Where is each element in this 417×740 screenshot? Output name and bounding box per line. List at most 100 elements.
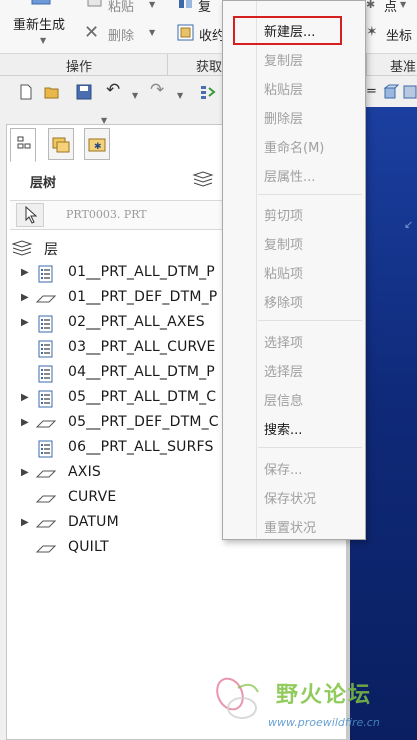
copy-geometry-button[interactable]: 复 (198, 0, 211, 15)
watermark-forum-name: 野火论坛 (276, 683, 373, 708)
menu-item-remove-item[interactable]: 移除项 (264, 292, 303, 311)
csys-icon: ✶ (366, 24, 378, 40)
regenerate-dropdown-icon[interactable]: ▼ (40, 36, 46, 45)
regenerate-icon (31, 0, 51, 5)
tab-model-tree[interactable] (10, 128, 36, 162)
layer-list-icon (38, 315, 53, 333)
paste-button[interactable]: 粘贴 (108, 0, 134, 15)
panel-title: 层树 (30, 176, 57, 191)
group-operations-label[interactable]: 操作 (66, 56, 92, 75)
group-get-data-label[interactable]: 获取 (196, 56, 222, 75)
tree-layer-item[interactable]: 05__PRT_ALL_DTM_C (68, 389, 216, 405)
menu-item-select-layers[interactable]: 选择层 (264, 361, 303, 380)
tree-expand-arrow-icon[interactable]: ▶ (21, 417, 31, 428)
tree-expand-arrow-icon[interactable]: ▶ (21, 517, 31, 528)
view-orient-icon[interactable] (383, 84, 399, 100)
favorites-icon: ✱ (88, 138, 106, 152)
tree-expand-arrow-icon[interactable]: ▶ (21, 467, 31, 478)
copy-geometry-icon (179, 0, 192, 8)
ribbon-divider (366, 54, 367, 76)
menu-separator (258, 447, 362, 448)
menu-item-delete-layer[interactable]: 删除层 (264, 108, 303, 127)
menu-item-save[interactable]: 保存... (264, 459, 302, 478)
shrinkwrap-icon (177, 24, 194, 41)
csys-button[interactable]: 坐标 (386, 25, 412, 44)
watermark-url: www.proewildfire.cn (268, 716, 380, 729)
menu-item-paste-layer[interactable]: 粘贴层 (264, 79, 303, 98)
layer-plane-icon (36, 495, 56, 503)
layer-plane-icon (36, 520, 56, 528)
menu-icon-column (256, 1, 257, 538)
layers-root-icon (12, 240, 33, 256)
redo-dropdown-icon[interactable]: ▼ (177, 91, 183, 100)
layer-list-icon (38, 365, 53, 383)
tree-expand-arrow-icon[interactable]: ▶ (21, 267, 31, 278)
select-model-button[interactable] (16, 203, 44, 227)
layer-plane-icon (36, 295, 56, 303)
menu-item-rename[interactable]: 重命名(M) (264, 137, 324, 156)
regenerate-button[interactable]: 重新生成 (13, 14, 65, 33)
model-tree-icon (17, 136, 31, 149)
tree-layer-item[interactable]: 03__PRT_ALL_CURVE (68, 339, 216, 355)
tree-expand-arrow-icon[interactable]: ▶ (21, 292, 31, 303)
group-datum-label[interactable]: 基准 (390, 56, 416, 75)
menu-item-select-items[interactable]: 选择项 (264, 332, 303, 351)
menu-item-reset-status[interactable]: 重置状况 (264, 517, 316, 536)
menu-item-search[interactable]: 搜索... (264, 419, 302, 438)
tree-layer-item[interactable]: 02__PRT_ALL_AXES (68, 314, 205, 330)
layer-plane-icon (36, 420, 56, 428)
tree-layer-item[interactable]: QUILT (68, 539, 109, 555)
point-dropdown-icon[interactable]: ▼ (400, 0, 406, 9)
tree-layer-item[interactable]: DATUM (68, 514, 119, 530)
view-style-icon[interactable] (402, 84, 417, 100)
undo-dropdown-icon[interactable]: ▼ (132, 91, 138, 100)
undo-icon[interactable]: ↶ (106, 80, 120, 100)
layer-list-icon (38, 390, 53, 408)
layer-list-icon (38, 265, 53, 283)
cursor-arrow-icon (25, 206, 38, 224)
layer-menu-icon[interactable] (192, 171, 216, 187)
save-icon[interactable] (76, 84, 92, 100)
menu-item-layer-info[interactable]: 层信息 (264, 390, 303, 409)
tab-favorites[interactable]: ✱ (84, 128, 110, 160)
tree-layer-item[interactable]: 05__PRT_DEF_DTM_C (68, 414, 219, 430)
menu-item-cut-item[interactable]: 剪切项 (264, 205, 303, 224)
menu-item-copy-item[interactable]: 复制项 (264, 234, 303, 253)
layer-list-icon (38, 340, 53, 358)
active-model-name[interactable]: PRT0003. PRT (66, 208, 147, 221)
menu-item-save-status[interactable]: 保存状况 (264, 488, 316, 507)
layers-root-label[interactable]: 层 (44, 239, 58, 259)
tree-layer-item[interactable]: 01__PRT_DEF_DTM_P (68, 289, 217, 305)
regenerate-quick-icon[interactable] (200, 84, 216, 100)
paste-dropdown-icon[interactable]: ▼ (149, 0, 155, 9)
tree-expand-arrow-icon[interactable]: ▶ (21, 392, 31, 403)
folder-icon (52, 137, 70, 153)
delete-button[interactable]: 删除 (108, 25, 134, 44)
new-layer-highlight-box (233, 16, 342, 45)
menu-item-paste-item[interactable]: 粘贴项 (264, 263, 303, 282)
tree-layer-item[interactable]: 06__PRT_ALL_SURFS (68, 439, 214, 455)
delete-dropdown-icon[interactable]: ▼ (149, 28, 155, 37)
menu-item-layer-properties[interactable]: 层属性... (264, 166, 315, 185)
tree-layer-item[interactable]: 04__PRT_ALL_DTM_P (68, 364, 215, 380)
svg-text:✱: ✱ (94, 142, 102, 152)
new-file-icon[interactable] (18, 84, 34, 100)
tree-layer-item[interactable]: CURVE (68, 489, 116, 505)
open-file-icon[interactable] (44, 84, 60, 100)
menu-separator (258, 194, 362, 195)
layer-plane-icon (36, 545, 56, 553)
tree-expand-arrow-icon[interactable]: ▶ (21, 317, 31, 328)
tree-layer-item[interactable]: AXIS (68, 464, 101, 480)
tab-folder-browser[interactable] (48, 128, 74, 160)
layer-list-icon (38, 440, 53, 458)
redo-icon[interactable]: ↷ (150, 80, 164, 100)
menu-separator (258, 320, 362, 321)
menu-item-copy-layer[interactable]: 复制层 (264, 50, 303, 69)
paste-icon (87, 0, 102, 7)
watermark-logo-icon (216, 677, 259, 719)
point-icon: ✱ (366, 0, 376, 11)
layer-plane-icon (36, 470, 56, 478)
point-button[interactable]: 点 (384, 0, 397, 15)
tree-layer-item[interactable]: 01__PRT_ALL_DTM_P (68, 264, 215, 280)
datum-marker-icon: ↙ (404, 218, 414, 231)
